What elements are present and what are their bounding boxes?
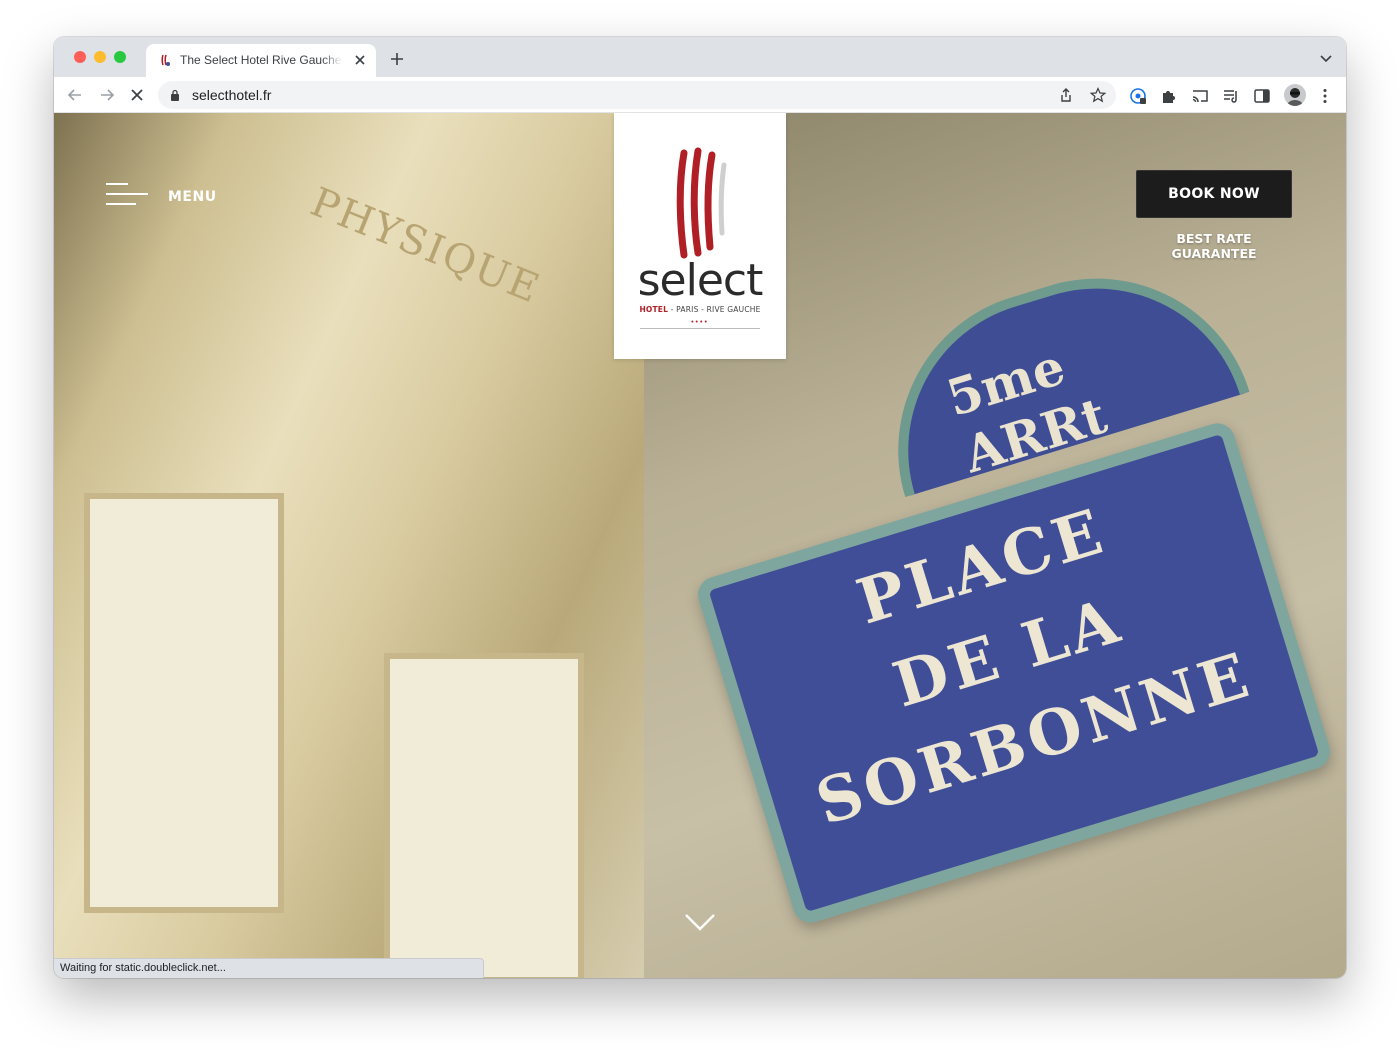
stop-loading-icon[interactable] bbox=[128, 86, 146, 104]
reading-list-icon[interactable] bbox=[1222, 87, 1240, 105]
logo-tagline-hotel: HOTEL bbox=[639, 305, 669, 314]
logo-divider bbox=[640, 328, 760, 329]
browser-window: The Select Hotel Rive Gauche | Paris bbox=[54, 37, 1346, 978]
tab-title: The Select Hotel Rive Gauche | Paris bbox=[180, 53, 342, 69]
browser-toolbar: selecthotel.fr bbox=[54, 77, 1346, 113]
page-viewport: PHYSIQUE 5me ARRt PLACE DE LA SORBONNE M… bbox=[54, 113, 1346, 978]
back-icon[interactable] bbox=[66, 86, 84, 104]
facade-inscription: PHYSIQUE bbox=[304, 179, 547, 313]
extension-vpn-icon[interactable] bbox=[1129, 87, 1147, 105]
tab-search-chevron-icon[interactable] bbox=[1320, 55, 1332, 63]
logo-wordmark: select bbox=[637, 255, 764, 306]
loading-status-bar: Waiting for static.doubleclick.net... bbox=[54, 958, 484, 978]
lock-icon[interactable] bbox=[170, 89, 180, 101]
facade-window bbox=[384, 653, 584, 978]
logo-tagline: HOTEL - PARIS - RIVE GAUCHE bbox=[614, 305, 786, 314]
new-tab-icon[interactable] bbox=[390, 52, 404, 66]
hero-facade-image: PHYSIQUE bbox=[54, 113, 644, 978]
profile-avatar[interactable] bbox=[1284, 84, 1306, 106]
hotel-logo[interactable]: select HOTEL - PARIS - RIVE GAUCHE •••• bbox=[614, 113, 786, 359]
bookmark-star-icon[interactable] bbox=[1090, 87, 1106, 103]
menu-label: MENU bbox=[168, 189, 217, 205]
profile-avatar-icon bbox=[1287, 88, 1303, 106]
minimize-window-button[interactable] bbox=[94, 51, 106, 63]
maximize-window-button[interactable] bbox=[114, 51, 126, 63]
site-favicon-icon bbox=[161, 54, 170, 66]
tab-active[interactable]: The Select Hotel Rive Gauche | Paris bbox=[146, 44, 376, 77]
close-tab-icon[interactable] bbox=[352, 52, 368, 68]
more-menu-icon[interactable] bbox=[1316, 87, 1334, 105]
logo-claw-mark-icon bbox=[676, 147, 727, 259]
logo-stars: •••• bbox=[691, 319, 709, 326]
facade-window bbox=[84, 493, 284, 913]
logo-tagline-location: - PARIS - RIVE GAUCHE bbox=[668, 305, 761, 314]
address-bar[interactable]: selecthotel.fr bbox=[158, 81, 1116, 109]
share-icon[interactable] bbox=[1058, 87, 1074, 103]
book-now-button[interactable]: BOOK NOW bbox=[1136, 170, 1292, 218]
best-rate-guarantee-link[interactable]: BEST RATE GUARANTEE bbox=[1136, 231, 1292, 261]
extensions-puzzle-icon[interactable] bbox=[1160, 87, 1178, 105]
close-window-button[interactable] bbox=[74, 51, 86, 63]
forward-icon[interactable] bbox=[98, 86, 116, 104]
side-panel-icon[interactable] bbox=[1253, 87, 1271, 105]
url-text: selecthotel.fr bbox=[192, 87, 272, 103]
scroll-down-chevron-icon[interactable] bbox=[684, 913, 716, 931]
tab-strip: The Select Hotel Rive Gauche | Paris bbox=[54, 37, 1346, 77]
cast-icon[interactable] bbox=[1191, 87, 1209, 105]
menu-button[interactable]: MENU bbox=[106, 181, 216, 215]
